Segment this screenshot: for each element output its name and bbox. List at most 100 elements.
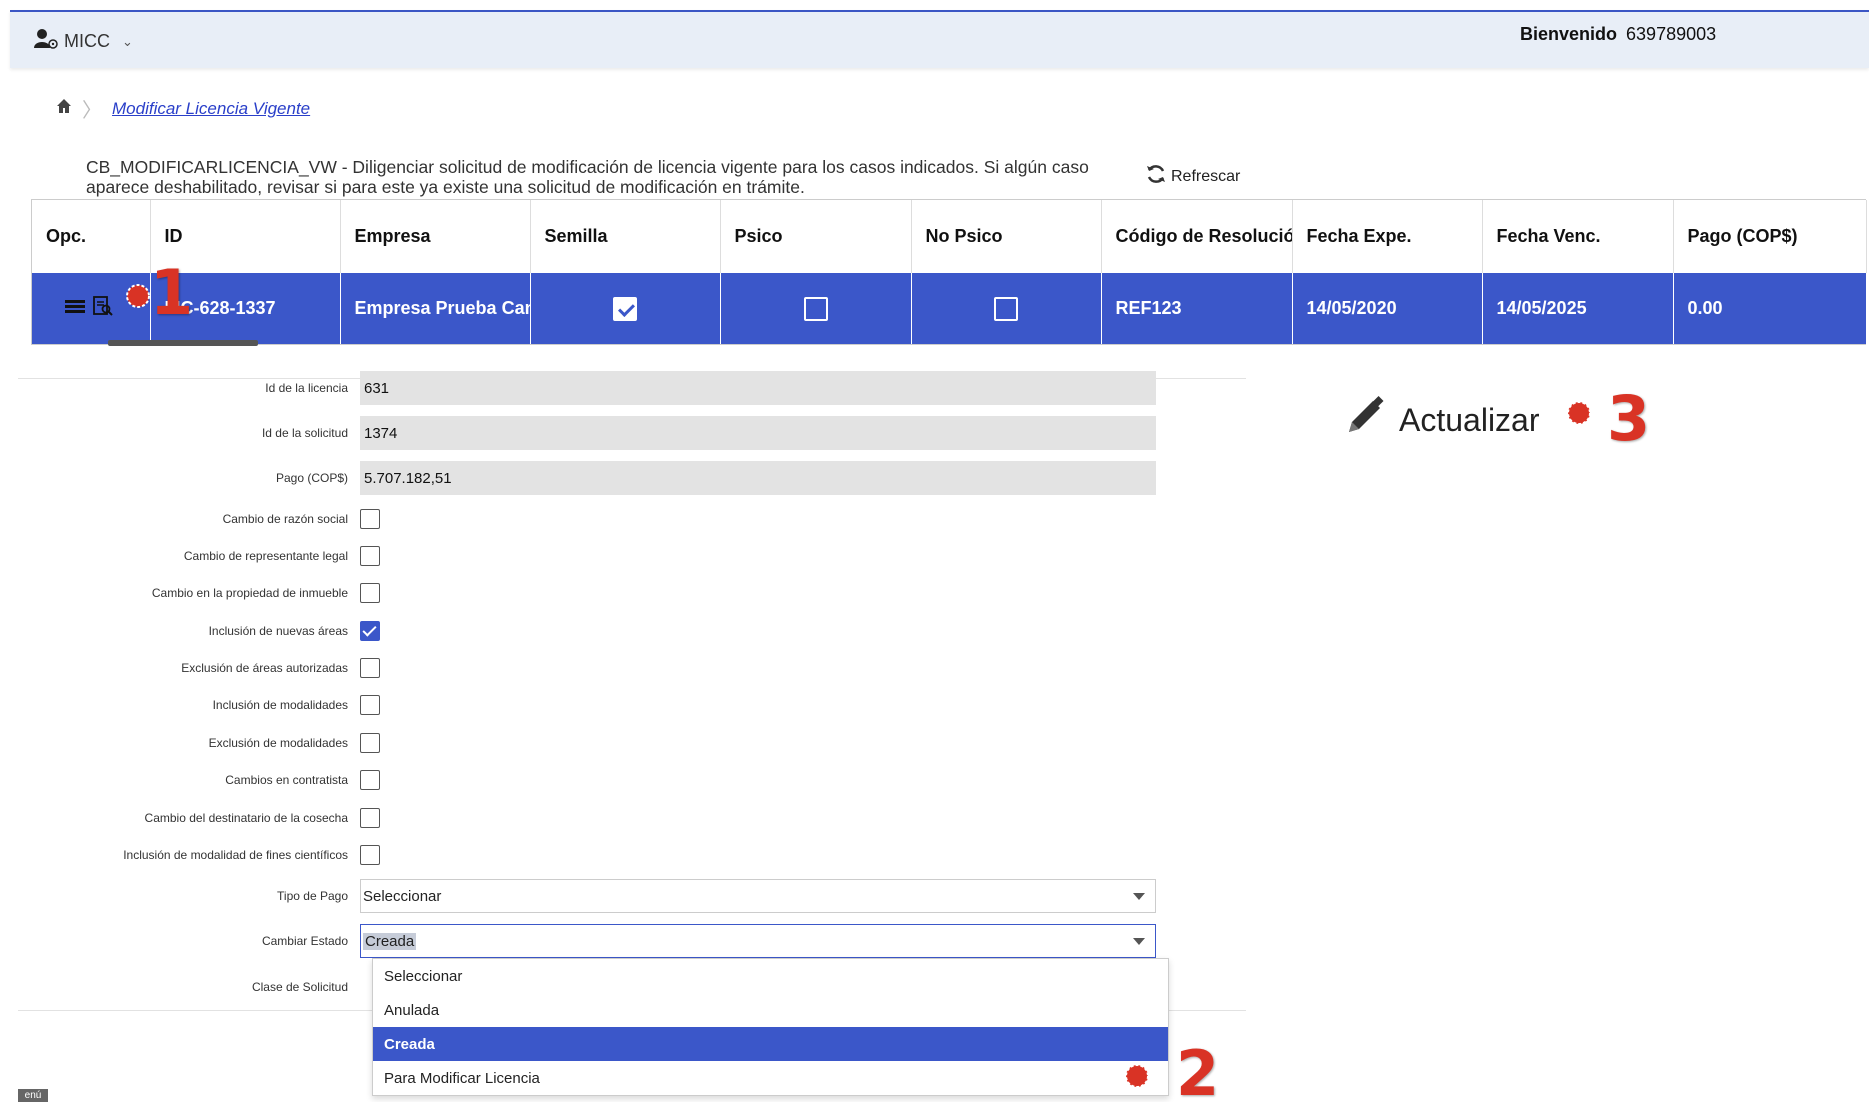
cell-empresa: Empresa Prueba Canr — [340, 273, 531, 344]
caret-down-icon — [1133, 937, 1145, 945]
welcome-label: Bienvenido — [1520, 24, 1618, 44]
tipo-pago-label: Tipo de Pago — [277, 889, 348, 903]
dropdown-option-selected[interactable]: Creada — [373, 1027, 1168, 1061]
user-icon — [34, 28, 60, 55]
cambio-destinatario-checkbox[interactable] — [360, 808, 380, 828]
pago-field: 5.707.182,51 — [360, 461, 1156, 495]
cambio-razon-social-checkbox[interactable] — [360, 509, 380, 529]
column-header[interactable]: Fecha Expe. — [1292, 200, 1483, 273]
cell-fecha-expe: 14/05/2020 — [1292, 273, 1483, 344]
dropdown-option[interactable]: Anulada — [373, 993, 1168, 1027]
cambio-propiedad-checkbox[interactable] — [360, 583, 380, 603]
cell-psico — [720, 273, 912, 344]
cambiar-estado-value: Creada — [363, 932, 417, 950]
annotation-marker-icon — [1124, 1063, 1150, 1089]
annotation-number-2: 2 — [1176, 1037, 1220, 1102]
column-header[interactable]: Empresa — [340, 200, 531, 273]
column-header[interactable]: Semilla — [530, 200, 721, 273]
no-psico-checkbox — [994, 296, 1018, 321]
semilla-checkbox — [613, 296, 637, 321]
clase-solicitud-label: Clase de Solicitud — [251, 980, 348, 994]
column-header[interactable]: Psico — [720, 200, 912, 273]
page: MICC ⌄ Bienvenido 639789003 〉 Modificar … — [0, 0, 1869, 1102]
refresh-button[interactable]: Refrescar — [1145, 163, 1240, 190]
annotation-number-3: 3 — [1607, 382, 1651, 455]
fines-cientificos-checkbox[interactable] — [360, 845, 380, 865]
form-row-checkbox: Cambio en la propiedad de inmueble — [18, 576, 1168, 610]
cambios-contratista-checkbox[interactable] — [360, 770, 380, 790]
checkbox-label: Inclusión de nuevas áreas — [208, 624, 348, 638]
column-header[interactable]: Código de Resolución — [1101, 200, 1293, 273]
user-menu-label: MICC — [64, 31, 110, 51]
form-row-checkbox: Cambio de representante legal — [18, 539, 1168, 573]
form-row-checkbox: Exclusión de áreas autorizadas — [18, 651, 1168, 685]
breadcrumb-separator: 〉 — [82, 100, 102, 122]
dropdown-option[interactable]: Seleccionar — [373, 959, 1168, 993]
licenses-table: Opc. ID Empresa Semilla Psico No Psico C… — [31, 199, 1867, 345]
pencil-icon — [1343, 394, 1387, 446]
cell-codigo: REF123 — [1101, 273, 1293, 344]
user-menu[interactable]: MICC ⌄ — [34, 28, 133, 55]
table-row[interactable]: LIC-628-1337 Empresa Prueba Canr REF123 … — [32, 273, 1867, 344]
menu-tab[interactable]: enú — [18, 1089, 48, 1102]
refresh-label: Refrescar — [1171, 167, 1241, 185]
form-row-cambiar-estado: Cambiar Estado Creada — [18, 924, 1168, 958]
form-row-tipo-pago: Tipo de Pago Seleccionar — [18, 879, 1168, 913]
form-row-checkbox: Exclusión de modalidades — [18, 726, 1168, 760]
update-label: Actualizar — [1399, 401, 1540, 438]
cell-semilla — [530, 273, 721, 344]
menu-icon[interactable] — [64, 295, 86, 322]
update-button[interactable]: Actualizar — [1343, 394, 1540, 446]
dropdown-option[interactable]: Para Modificar Licencia — [373, 1061, 1168, 1095]
id-licencia-field: 631 — [360, 371, 1156, 405]
pago-label: Pago (COP$) — [275, 471, 348, 485]
checkbox-label: Cambio en la propiedad de inmueble — [151, 586, 348, 600]
form-row-checkbox: Inclusión de nuevas áreas — [18, 614, 1168, 648]
checkbox-label: Cambio del destinatario de la cosecha — [144, 811, 348, 825]
annotation-marker-icon — [125, 283, 151, 309]
tipo-pago-select[interactable]: Seleccionar — [360, 879, 1156, 913]
inclusion-nuevas-areas-checkbox[interactable] — [360, 621, 380, 641]
form-row-pago: Pago (COP$) 5.707.182,51 — [18, 461, 1168, 495]
column-header[interactable]: Opc. — [32, 200, 151, 273]
caret-down-icon — [1133, 892, 1145, 900]
table-header-row: Opc. ID Empresa Semilla Psico No Psico C… — [32, 200, 1867, 273]
breadcrumb-current-link[interactable]: Modificar Licencia Vigente — [112, 99, 310, 119]
estado-dropdown-list: Seleccionar Anulada Creada Para Modifica… — [372, 958, 1169, 1096]
cell-pago: 0.00 — [1673, 273, 1867, 344]
view-details-icon[interactable] — [92, 295, 114, 322]
column-header[interactable]: Pago (COP$) — [1673, 200, 1867, 273]
annotation-marker-icon — [1566, 400, 1592, 426]
form-row-id-licencia: Id de la licencia 631 — [18, 371, 1168, 405]
cambiar-estado-select[interactable]: Creada — [360, 924, 1156, 958]
form-row-checkbox: Cambio del destinatario de la cosecha — [18, 801, 1168, 835]
cell-no-psico — [911, 273, 1102, 344]
refresh-icon — [1145, 163, 1167, 190]
exclusion-areas-checkbox[interactable] — [360, 658, 380, 678]
id-solicitud-label: Id de la solicitud — [261, 426, 348, 440]
checkbox-label: Exclusión de modalidades — [208, 736, 348, 750]
checkbox-label: Inclusión de modalidades — [212, 698, 348, 712]
inclusion-modalidades-checkbox[interactable] — [360, 695, 380, 715]
top-bar: MICC ⌄ Bienvenido 639789003 — [10, 10, 1869, 68]
home-icon[interactable] — [56, 98, 72, 119]
column-header[interactable]: Fecha Venc. — [1482, 200, 1674, 273]
breadcrumb: 〉 Modificar Licencia Vigente — [56, 94, 310, 123]
form-row-checkbox: Cambios en contratista — [18, 763, 1168, 797]
cambiar-estado-label: Cambiar Estado — [261, 934, 348, 948]
form-row-checkbox: Cambio de razón social — [18, 502, 1168, 536]
column-header[interactable]: No Psico — [911, 200, 1102, 273]
cambio-representante-checkbox[interactable] — [360, 546, 380, 566]
checkbox-label: Exclusión de áreas autorizadas — [181, 661, 348, 675]
form-row-id-solicitud: Id de la solicitud 1374 — [18, 416, 1168, 450]
tooltip — [108, 340, 258, 346]
user-id: 639789003 — [1626, 24, 1717, 44]
page-description: CB_MODIFICARLICENCIA_VW - Diligenciar so… — [86, 157, 1089, 197]
exclusion-modalidades-checkbox[interactable] — [360, 733, 380, 753]
cell-fecha-venc: 14/05/2025 — [1482, 273, 1674, 344]
annotation-number-1: 1 — [150, 256, 194, 329]
id-licencia-label: Id de la licencia — [265, 381, 348, 395]
chevron-down-icon: ⌄ — [122, 33, 133, 49]
form-row-checkbox: Inclusión de modalidades — [18, 688, 1168, 722]
checkbox-label: Inclusión de modalidad de fines científi… — [123, 848, 348, 862]
